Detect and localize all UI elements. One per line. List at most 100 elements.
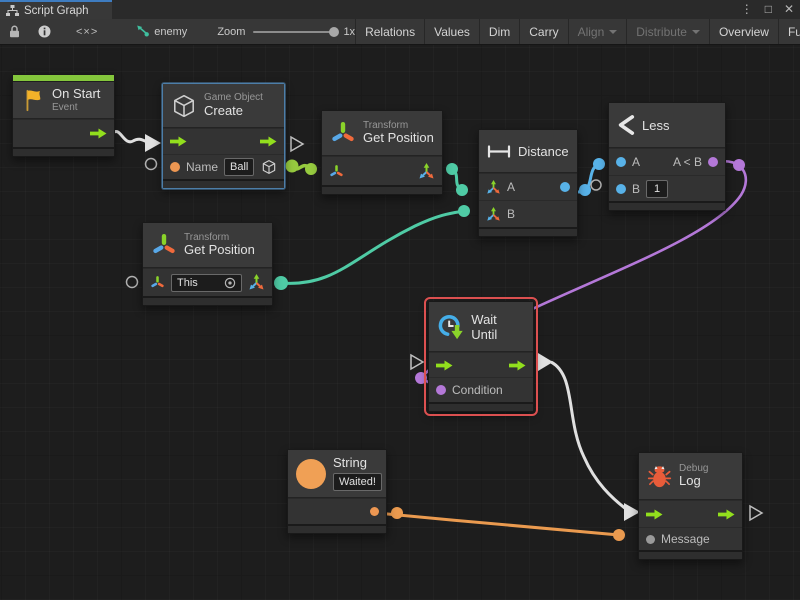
graph-breadcrumb[interactable]: enemy (136, 19, 187, 44)
lock-button[interactable] (0, 19, 29, 44)
node-header: String Waited! (288, 450, 386, 498)
info-icon (38, 25, 51, 38)
node-title: Less (642, 118, 669, 133)
distribute-button[interactable]: Distribute (627, 19, 709, 44)
port-row: B 1 (609, 175, 725, 201)
control-input-port[interactable] (646, 509, 663, 520)
port-row (639, 500, 742, 527)
port-row: A (479, 173, 577, 200)
values-button[interactable]: Values (425, 19, 479, 44)
b-value-input[interactable]: 1 (646, 180, 668, 198)
cube-icon (171, 93, 197, 119)
node-footer (429, 402, 533, 411)
node-header: On Start Event (13, 82, 114, 119)
node-debug-log[interactable]: Debug Log Message (638, 452, 743, 560)
node-header: Less (609, 103, 725, 148)
transform-input-port[interactable] (329, 164, 344, 179)
less-input-b-port[interactable] (616, 184, 626, 194)
info-button[interactable] (29, 19, 60, 44)
menu-icon[interactable]: ⋮ (741, 0, 753, 19)
fullscreen-button[interactable]: Full Screen (779, 19, 800, 44)
node-create[interactable]: Game Object Create Name Ball (162, 83, 285, 189)
toolbar-buttons: Relations Values Dim Carry Align Distrib… (355, 19, 800, 44)
node-footer (163, 179, 284, 188)
control-output-port[interactable] (718, 509, 735, 520)
port-label: B (507, 207, 515, 221)
bug-icon (647, 464, 672, 489)
control-output-port[interactable] (90, 128, 107, 139)
carry-button[interactable]: Carry (520, 19, 567, 44)
vector3-output-port[interactable] (248, 274, 265, 291)
code-preview-button[interactable]: <×> (60, 19, 114, 44)
distribute-label: Distribute (636, 25, 687, 39)
flag-icon (21, 88, 45, 112)
distance-output-port[interactable] (560, 182, 570, 192)
port-row: A A < B (609, 148, 725, 175)
control-output-port[interactable] (509, 360, 526, 371)
zoom-slider[interactable] (253, 31, 335, 33)
port-label: Message (661, 532, 710, 546)
target-input[interactable]: This (171, 274, 242, 292)
graph-hierarchy-icon (6, 5, 19, 17)
node-footer (288, 524, 386, 533)
node-header: Game Object Create (163, 84, 284, 128)
control-output-port[interactable] (260, 136, 277, 147)
node-footer (479, 227, 577, 236)
distance-icon (487, 145, 511, 158)
vector3-input-port[interactable] (486, 207, 501, 222)
node-footer (609, 201, 725, 210)
relations-button[interactable]: Relations (356, 19, 424, 44)
less-than-icon (617, 115, 635, 135)
port-row: B (479, 200, 577, 227)
node-wait-until[interactable]: Wait Until Condition (428, 301, 534, 412)
less-output-port[interactable] (708, 157, 718, 167)
node-less[interactable]: Less A A < B B 1 (608, 102, 726, 211)
name-input[interactable]: Ball (224, 158, 254, 176)
port-label: Name (186, 160, 218, 174)
tab-script-graph[interactable]: Script Graph (0, 0, 112, 19)
control-input-port[interactable] (170, 136, 187, 147)
event-node-accent-bar (13, 75, 114, 82)
vector3-input-port[interactable] (486, 180, 501, 195)
node-footer (143, 296, 272, 305)
less-input-a-port[interactable] (616, 157, 626, 167)
node-subtitle: Event (52, 102, 100, 114)
overview-button[interactable]: Overview (710, 19, 778, 44)
transform-icon (330, 120, 356, 146)
node-header: Distance (479, 130, 577, 173)
message-input-port[interactable] (646, 535, 655, 544)
node-string[interactable]: String Waited! (287, 449, 387, 534)
node-title: String (333, 456, 382, 471)
string-output-port[interactable] (370, 507, 379, 516)
dim-button[interactable]: Dim (480, 19, 519, 44)
string-value-input[interactable]: Waited! (333, 473, 382, 491)
node-title: Distance (518, 144, 569, 159)
control-input-port[interactable] (436, 360, 453, 371)
port-row (429, 352, 533, 377)
condition-input-port[interactable] (436, 385, 446, 395)
gameobject-output-port[interactable] (261, 159, 277, 175)
node-on-start[interactable]: On Start Event (12, 74, 115, 157)
node-get-position-a[interactable]: Transform Get Position (321, 110, 443, 195)
string-literal-icon (296, 459, 326, 489)
object-picker-icon[interactable] (224, 277, 236, 289)
node-title: Get Position (184, 243, 255, 258)
vector3-output-port[interactable] (418, 163, 435, 180)
node-header: Wait Until (429, 302, 533, 352)
wait-clock-icon (437, 313, 464, 341)
close-icon[interactable]: ✕ (784, 0, 794, 19)
zoom-slider-handle[interactable] (329, 27, 339, 37)
graph-pointer-icon (136, 25, 149, 38)
transform-input-port[interactable] (150, 275, 165, 290)
port-label: B (632, 182, 640, 196)
chevron-down-icon (609, 30, 617, 34)
tab-title: Script Graph (24, 5, 89, 17)
node-distance[interactable]: Distance A B (478, 129, 578, 237)
window-controls: ⋮ □ ✕ (741, 0, 794, 19)
port-row: Message (639, 527, 742, 550)
align-button[interactable]: Align (569, 19, 627, 44)
port-label: A < B (673, 155, 702, 169)
maximize-icon[interactable]: □ (765, 0, 772, 19)
node-get-position-b[interactable]: Transform Get Position This (142, 222, 273, 306)
name-input-port[interactable] (170, 162, 180, 172)
